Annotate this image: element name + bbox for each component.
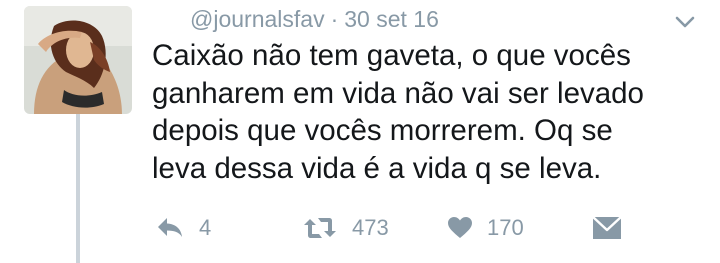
tweet-text-line: leva dessa vida é a vida q se leva. — [152, 151, 602, 185]
reply-count: 4 — [199, 215, 212, 240]
tweet-actions: 4 473 170 — [0, 210, 720, 250]
tweet-date[interactable]: 30 set 16 — [344, 6, 439, 32]
envelope-icon — [592, 215, 622, 241]
chevron-down-icon[interactable] — [674, 11, 696, 33]
tweet-handle[interactable]: @journalsfav — [190, 6, 325, 32]
avatar-photo — [24, 6, 132, 114]
like-count: 170 — [487, 215, 524, 240]
tweet-text: Caixão não tem gaveta, o que vocês ganha… — [152, 37, 692, 187]
tweet-header: @journalsfav · 30 set 16 — [190, 4, 439, 34]
tweet-text-line: Caixão não tem gaveta, o que vocês — [152, 39, 631, 72]
direct-message-button[interactable] — [592, 210, 622, 246]
reply-icon — [155, 215, 185, 241]
heart-icon — [447, 216, 473, 240]
tweet-text-line: depois que vocês morrerem. Oq se — [152, 114, 613, 147]
retweet-button[interactable]: 473 — [302, 210, 389, 246]
retweet-icon — [302, 215, 338, 241]
like-button[interactable]: 170 — [447, 210, 524, 246]
retweet-count: 473 — [352, 215, 389, 240]
header-separator: · — [330, 6, 339, 32]
tweet-text-line: ganharem em vida não vai ser levado — [152, 76, 644, 110]
reply-button[interactable]: 4 — [155, 210, 211, 246]
avatar[interactable] — [24, 6, 132, 114]
